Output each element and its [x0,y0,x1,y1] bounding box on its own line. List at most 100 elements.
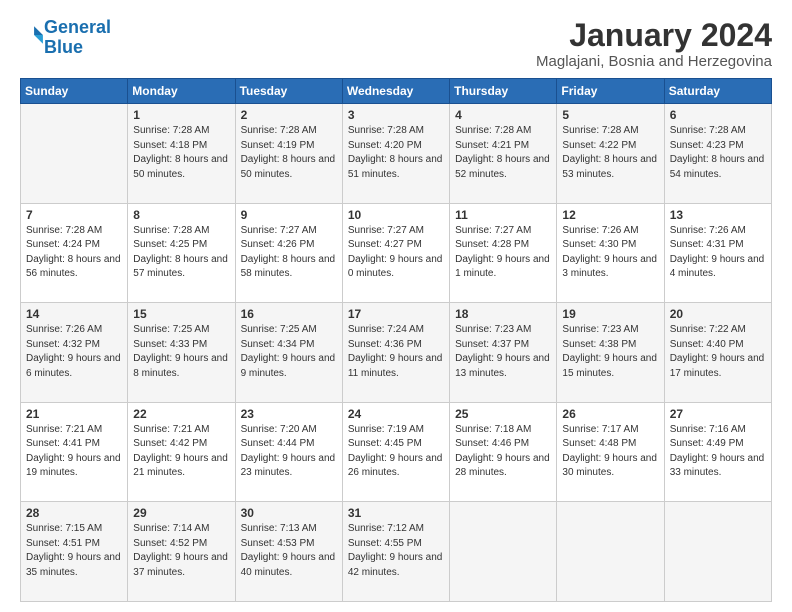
calendar-cell: 11 Sunrise: 7:27 AMSunset: 4:28 PMDayligh… [450,203,557,303]
day-number: 2 [241,108,337,122]
day-number: 8 [133,208,229,222]
cell-info: Sunrise: 7:26 AMSunset: 4:32 PMDaylight:… [26,324,121,379]
calendar-cell: 3 Sunrise: 7:28 AMSunset: 4:20 PMDaylight… [342,104,449,204]
cell-info: Sunrise: 7:26 AMSunset: 4:31 PMDaylight:… [670,225,765,280]
calendar-cell: 20 Sunrise: 7:22 AMSunset: 4:40 PMDayligh… [664,303,771,403]
calendar-cell: 4 Sunrise: 7:28 AMSunset: 4:21 PMDaylight… [450,104,557,204]
day-number: 31 [348,506,444,520]
cell-info: Sunrise: 7:28 AMSunset: 4:25 PMDaylight:… [133,225,228,280]
cell-info: Sunrise: 7:28 AMSunset: 4:22 PMDaylight:… [562,125,657,180]
cell-info: Sunrise: 7:20 AMSunset: 4:44 PMDaylight:… [241,424,336,479]
day-number: 16 [241,307,337,321]
calendar-cell: 17Sunrise: 7:24 AMSunset: 4:36 PMDayligh… [342,303,449,403]
cell-info: Sunrise: 7:28 AMSunset: 4:21 PMDaylight:… [455,125,550,180]
calendar-cell: 28Sunrise: 7:15 AMSunset: 4:51 PMDayligh… [21,502,128,602]
calendar-cell: 14 Sunrise: 7:26 AMSunset: 4:32 PMDayligh… [21,303,128,403]
cell-info: Sunrise: 7:27 AMSunset: 4:27 PMDaylight:… [348,225,443,280]
calendar-cell: 2 Sunrise: 7:28 AMSunset: 4:19 PMDaylight… [235,104,342,204]
day-number: 19 [562,307,658,321]
day-number: 15 [133,307,229,321]
weekday-header-wednesday: Wednesday [342,79,449,104]
day-number: 11 [455,208,551,222]
cell-info: Sunrise: 7:18 AMSunset: 4:46 PMDaylight:… [455,424,550,479]
weekday-header-thursday: Thursday [450,79,557,104]
cell-info: Sunrise: 7:21 AMSunset: 4:42 PMDaylight:… [133,424,228,479]
calendar-cell: 22 Sunrise: 7:21 AMSunset: 4:42 PMDayligh… [128,402,235,502]
calendar-cell: 23 Sunrise: 7:20 AMSunset: 4:44 PMDayligh… [235,402,342,502]
calendar-cell: 12 Sunrise: 7:26 AMSunset: 4:30 PMDayligh… [557,203,664,303]
day-number: 10 [348,208,444,222]
cell-info: Sunrise: 7:17 AMSunset: 4:48 PMDaylight:… [562,424,657,479]
cell-info: Sunrise: 7:23 AMSunset: 4:37 PMDaylight:… [455,324,550,379]
day-number: 3 [348,108,444,122]
calendar-cell: 16 Sunrise: 7:25 AMSunset: 4:34 PMDayligh… [235,303,342,403]
month-year: January 2024 [536,18,772,53]
day-number: 6 [670,108,766,122]
day-number: 4 [455,108,551,122]
weekday-header-tuesday: Tuesday [235,79,342,104]
cell-info: Sunrise: 7:28 AMSunset: 4:18 PMDaylight:… [133,125,228,180]
weekday-header-saturday: Saturday [664,79,771,104]
day-number: 1 [133,108,229,122]
cell-info: Sunrise: 7:26 AMSunset: 4:30 PMDaylight:… [562,225,657,280]
day-number: 18 [455,307,551,321]
weekday-header-friday: Friday [557,79,664,104]
day-number: 17 [348,307,444,321]
day-number: 27 [670,407,766,421]
calendar-cell [450,502,557,602]
calendar-cell: 15Sunrise: 7:25 AMSunset: 4:33 PMDayligh… [128,303,235,403]
calendar-cell: 6 Sunrise: 7:28 AMSunset: 4:23 PMDaylight… [664,104,771,204]
day-number: 13 [670,208,766,222]
weekday-header-monday: Monday [128,79,235,104]
cell-info: Sunrise: 7:21 AMSunset: 4:41 PMDaylight:… [26,424,121,479]
day-number: 20 [670,307,766,321]
cell-info: Sunrise: 7:23 AMSunset: 4:38 PMDaylight:… [562,324,657,379]
day-number: 21 [26,407,122,421]
day-number: 22 [133,407,229,421]
cell-info: Sunrise: 7:25 AMSunset: 4:34 PMDaylight:… [241,324,336,379]
week-row-2: 14 Sunrise: 7:26 AMSunset: 4:32 PMDayligh… [21,303,772,403]
day-number: 9 [241,208,337,222]
calendar-cell: 19 Sunrise: 7:23 AMSunset: 4:38 PMDayligh… [557,303,664,403]
calendar-cell [21,104,128,204]
weekday-header-sunday: Sunday [21,79,128,104]
day-number: 28 [26,506,122,520]
page: General Blue January 2024 Maglajani, Bos… [0,0,792,612]
day-number: 12 [562,208,658,222]
cell-info: Sunrise: 7:12 AMSunset: 4:55 PMDaylight:… [348,523,443,578]
logo: General Blue [20,18,111,58]
location: Maglajani, Bosnia and Herzegovina [536,53,772,70]
calendar-cell: 5 Sunrise: 7:28 AMSunset: 4:22 PMDaylight… [557,104,664,204]
weekday-header-row: SundayMondayTuesdayWednesdayThursdayFrid… [21,79,772,104]
day-number: 29 [133,506,229,520]
cell-info: Sunrise: 7:13 AMSunset: 4:53 PMDaylight:… [241,523,336,578]
calendar-cell: 26Sunrise: 7:17 AMSunset: 4:48 PMDayligh… [557,402,664,502]
day-number: 30 [241,506,337,520]
calendar-table: SundayMondayTuesdayWednesdayThursdayFrid… [20,78,772,602]
day-number: 14 [26,307,122,321]
calendar-cell [664,502,771,602]
calendar-cell [557,502,664,602]
cell-info: Sunrise: 7:28 AMSunset: 4:19 PMDaylight:… [241,125,336,180]
calendar-cell: 10 Sunrise: 7:27 AMSunset: 4:27 PMDayligh… [342,203,449,303]
day-number: 7 [26,208,122,222]
cell-info: Sunrise: 7:14 AMSunset: 4:52 PMDaylight:… [133,523,228,578]
calendar-cell: 31 Sunrise: 7:12 AMSunset: 4:55 PMDayligh… [342,502,449,602]
cell-info: Sunrise: 7:19 AMSunset: 4:45 PMDaylight:… [348,424,443,479]
logo-text: General Blue [44,18,111,58]
header: General Blue January 2024 Maglajani, Bos… [20,18,772,70]
calendar-cell: 24 Sunrise: 7:19 AMSunset: 4:45 PMDayligh… [342,402,449,502]
calendar-cell: 9 Sunrise: 7:27 AMSunset: 4:26 PMDaylight… [235,203,342,303]
cell-info: Sunrise: 7:22 AMSunset: 4:40 PMDaylight:… [670,324,765,379]
calendar-cell: 1 Sunrise: 7:28 AMSunset: 4:18 PMDaylight… [128,104,235,204]
calendar-cell: 29 Sunrise: 7:14 AMSunset: 4:52 PMDayligh… [128,502,235,602]
cell-info: Sunrise: 7:27 AMSunset: 4:26 PMDaylight:… [241,225,336,280]
calendar-cell: 21 Sunrise: 7:21 AMSunset: 4:41 PMDayligh… [21,402,128,502]
cell-info: Sunrise: 7:28 AMSunset: 4:20 PMDaylight:… [348,125,443,180]
day-number: 23 [241,407,337,421]
cell-info: Sunrise: 7:28 AMSunset: 4:23 PMDaylight:… [670,125,765,180]
day-number: 24 [348,407,444,421]
day-number: 5 [562,108,658,122]
cell-info: Sunrise: 7:27 AMSunset: 4:28 PMDaylight:… [455,225,550,280]
day-number: 25 [455,407,551,421]
